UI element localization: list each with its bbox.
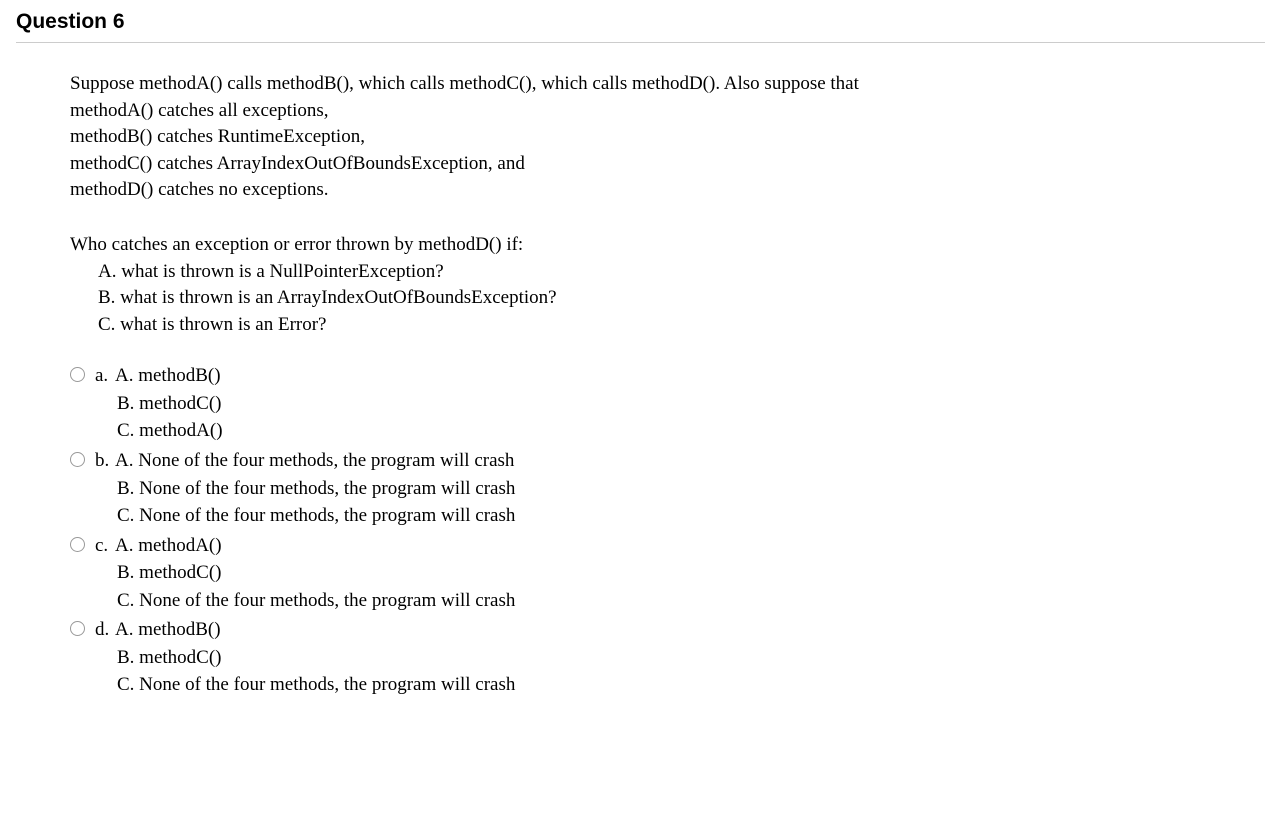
option-c-content: c. A. methodA() B. methodC() C. None of …: [95, 532, 1265, 615]
question-header: Question 6: [16, 10, 1265, 43]
option-letter: b.: [95, 447, 115, 475]
option-letter: a.: [95, 362, 115, 390]
subpart: A. what is thrown is a NullPointerExcept…: [98, 259, 1265, 286]
option-line: A. methodB(): [115, 362, 221, 390]
question-intro: Suppose methodA() calls methodB(), which…: [70, 71, 1130, 204]
option-a[interactable]: a. A. methodB() B. methodC() C. methodA(…: [70, 362, 1265, 445]
option-line: B. methodC(): [95, 559, 1265, 587]
option-line: C. None of the four methods, the program…: [95, 671, 1265, 699]
intro-line: methodC() catches ArrayIndexOutOfBoundsE…: [70, 151, 1130, 178]
option-line: C. methodA(): [95, 417, 1265, 445]
option-d[interactable]: d. A. methodB() B. methodC() C. None of …: [70, 616, 1265, 699]
option-b-content: b. A. None of the four methods, the prog…: [95, 447, 1265, 530]
option-c[interactable]: c. A. methodA() B. methodC() C. None of …: [70, 532, 1265, 615]
option-line: B. methodC(): [95, 644, 1265, 672]
subpart: C. what is thrown is an Error?: [98, 312, 1265, 339]
question-prompt: Who catches an exception or error thrown…: [70, 232, 1265, 338]
question-body: Suppose methodA() calls methodB(), which…: [16, 71, 1265, 699]
options-group: a. A. methodB() B. methodC() C. methodA(…: [70, 362, 1265, 699]
radio-c[interactable]: [70, 537, 85, 552]
option-line: A. None of the four methods, the program…: [115, 447, 514, 475]
radio-b[interactable]: [70, 452, 85, 467]
subpart: B. what is thrown is an ArrayIndexOutOfB…: [98, 285, 1265, 312]
option-line: B. methodC(): [95, 390, 1265, 418]
radio-d[interactable]: [70, 621, 85, 636]
option-b[interactable]: b. A. None of the four methods, the prog…: [70, 447, 1265, 530]
radio-a[interactable]: [70, 367, 85, 382]
option-line: A. methodA(): [115, 532, 222, 560]
option-a-content: a. A. methodB() B. methodC() C. methodA(…: [95, 362, 1265, 445]
intro-line: methodB() catches RuntimeException,: [70, 124, 1130, 151]
option-letter: c.: [95, 532, 115, 560]
intro-line: methodA() catches all exceptions,: [70, 98, 1130, 125]
option-line: A. methodB(): [115, 616, 221, 644]
option-line: C. None of the four methods, the program…: [95, 502, 1265, 530]
option-letter: d.: [95, 616, 115, 644]
option-line: C. None of the four methods, the program…: [95, 587, 1265, 615]
prompt-line: Who catches an exception or error thrown…: [70, 232, 1265, 259]
intro-line: Suppose methodA() calls methodB(), which…: [70, 71, 1130, 98]
option-line: B. None of the four methods, the program…: [95, 475, 1265, 503]
intro-line: methodD() catches no exceptions.: [70, 177, 1130, 204]
option-d-content: d. A. methodB() B. methodC() C. None of …: [95, 616, 1265, 699]
